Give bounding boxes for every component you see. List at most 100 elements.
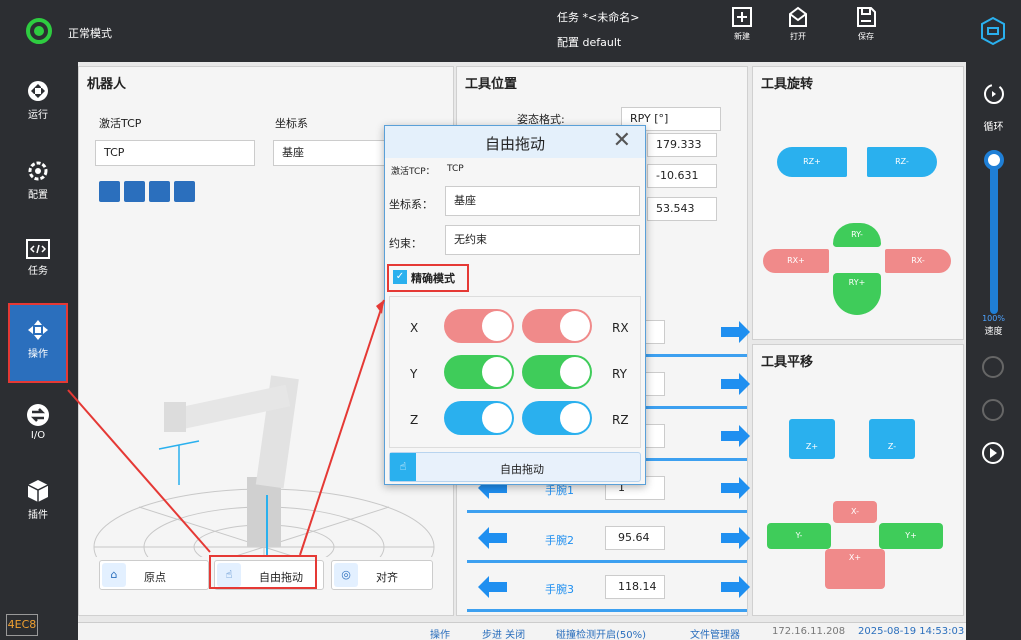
toggle-y[interactable] [444,355,514,389]
config-info: 配置 default [557,34,621,50]
speed-slider-handle[interactable] [984,150,1004,170]
axis-rx-label: RX [612,321,629,335]
dialog-frame-select[interactable]: 基座 [445,186,640,216]
status-filemgr[interactable]: 文件管理器 [690,626,740,640]
eraser-icon[interactable] [174,181,195,202]
status-step[interactable]: 步进 关闭 [482,626,525,640]
rpy-y-field[interactable]: 53.543 [647,197,717,221]
nav-config[interactable]: 配置 [8,146,68,216]
axis-rz-label: RZ [612,413,629,427]
x-minus-button[interactable]: X- [833,501,877,523]
new-button[interactable]: 新建 [722,6,762,56]
new-label: 新建 [734,32,750,41]
arrow-right-icon[interactable] [719,372,751,396]
play-triangle-icon [990,448,997,458]
nav-run[interactable]: 运行 [8,66,68,136]
rpy-p-field[interactable]: -10.631 [647,164,717,188]
nav-config-label: 配置 [28,190,48,201]
freedrive-highlight [209,555,317,589]
status-operate[interactable]: 操作 [430,626,450,640]
eye-icon[interactable] [124,181,145,202]
arrow-right-icon[interactable] [719,476,751,500]
toggle-z[interactable] [444,401,514,435]
precise-mode-label: 精确模式 [411,272,455,285]
rz-minus-button[interactable]: RZ- [867,147,937,177]
operate-highlight [8,303,68,383]
tool-position-title: 工具位置 [465,77,518,92]
close-icon[interactable]: ✕ [613,128,631,153]
toggle-x[interactable] [444,309,514,343]
ry-plus-button[interactable]: RY+ [833,273,881,315]
new-file-icon [732,7,752,27]
rz-plus-button[interactable]: RZ+ [777,147,847,177]
nav-plugin[interactable]: 插件 [8,466,68,536]
open-button[interactable]: 打开 [778,6,818,56]
tool-rotation-title: 工具旋转 [761,77,814,92]
hand-icon: ☝ [390,453,416,481]
y-minus-button[interactable]: Y- [767,523,831,549]
rx-plus-button[interactable]: RX+ [763,249,829,273]
arrow-right-icon[interactable] [719,424,751,448]
axis-y-label: Y [410,367,418,381]
dialog-freedrive-button[interactable]: ☝ 自由拖动 [389,452,641,482]
arrow-right-icon[interactable] [719,320,751,344]
play-icon[interactable] [982,442,1004,464]
ry-minus-button[interactable]: RY- [833,223,881,247]
dialog-title: 自由拖动 [484,135,545,153]
config-name: default [582,36,622,49]
tcp-field[interactable]: TCP [95,140,255,166]
link-icon[interactable] [149,181,170,202]
step-play-icon[interactable] [982,356,1004,378]
z-plus-button[interactable]: Z+ [789,419,835,459]
x-plus-button[interactable]: X+ [825,549,885,589]
y-plus-button[interactable]: Y+ [879,523,943,549]
tool-rotation-panel: 工具旋转 RZ+ RZ- RY- RX+ RX- RY+ [752,66,964,340]
home-button[interactable]: ⌂ 原点 [99,560,209,590]
joint-value[interactable]: 95.64 [605,526,665,550]
axis-ry-label: RY [612,367,627,381]
stop-icon[interactable] [982,399,1004,421]
align-button[interactable]: ◎ 对齐 [331,560,433,590]
home-label: 原点 [144,571,166,584]
status-datetime: 2025-08-19 14:53:03 [858,626,965,637]
speed-slider[interactable] [990,154,998,314]
status-collision[interactable]: 碰撞检测开启(50%) [556,626,646,640]
rx-minus-button[interactable]: RX- [885,249,951,273]
arrow-left-icon[interactable] [477,526,509,550]
toggle-rz[interactable] [522,401,592,435]
toggle-rx[interactable] [522,309,592,343]
cycle-icon[interactable] [982,82,1006,106]
axis-x-label: X [410,321,419,335]
arrow-right-icon[interactable] [719,526,751,550]
joint-value[interactable]: 118.14 [605,575,665,599]
app-root: 正常模式 任务 *<未命名> 配置 default 新建 打开 保存 运行 配置… [0,0,1021,640]
tool-settings-icon[interactable] [99,181,120,202]
z-minus-button[interactable]: Z- [869,419,915,459]
arrow-left-icon[interactable] [477,575,509,599]
nav-task[interactable]: 任务 [8,226,68,296]
rpy-r-field[interactable]: 179.333 [647,133,717,157]
nav-run-label: 运行 [28,110,48,121]
gear-icon [28,161,48,181]
code-icon [26,239,50,259]
nav-io-label: I/O [30,430,46,441]
status-indicator-icon[interactable] [26,18,52,44]
dialog-header: 自由拖动 ✕ [385,126,645,158]
joint-row-wrist2: 手腕2 95.64 [457,518,757,568]
right-bar: 循环 100% 速度 [966,62,1021,640]
toggle-ry[interactable] [522,355,592,389]
axis-toggle-group: X RX Y RY Z RZ [389,296,641,448]
status-ip: 172.16.11.208 [772,626,846,637]
speed-label: 速度 [984,327,1003,337]
cycle-label: 循环 [983,122,1004,133]
frame-label: 坐标系 [275,117,308,130]
frame-field[interactable]: 基座 [273,140,393,166]
arrow-right-icon[interactable] [719,575,751,599]
save-button[interactable]: 保存 [846,6,886,56]
dialog-tcp-label: 激活TCP： [391,167,435,177]
task-info: 任务 *<未命名> [557,9,639,25]
joint-row-wrist3: 手腕3 118.14 [457,567,757,617]
precise-mode-checkbox[interactable]: ✓ [393,270,407,284]
dialog-constraint-select[interactable]: 无约束 [445,225,640,255]
nav-io[interactable]: I/O [8,390,68,460]
